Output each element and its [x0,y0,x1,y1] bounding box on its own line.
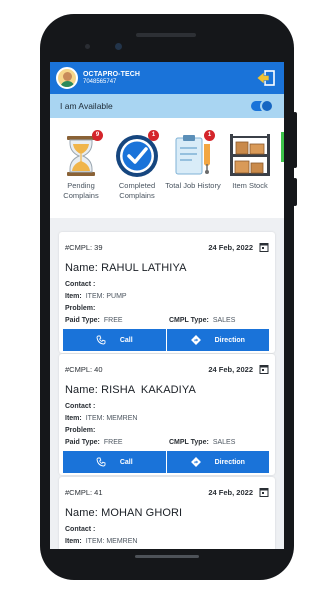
direction-icon [190,335,201,345]
cmpl-type-label: CMPL Type: [169,439,209,446]
contact-field: Contact : [65,526,99,533]
phone-speaker [136,33,196,37]
call-label: Call [119,336,133,344]
problem-label: Problem: [65,427,96,434]
phone-side-button [293,112,297,168]
cmpl-type-value: SALES [212,317,236,324]
app-screen: OCTAPRO-TECH 7048565747 I am Available 9… [50,62,284,549]
name-value: RAHUL LATHIYA [101,262,187,274]
logout-icon[interactable] [256,69,276,87]
item-label: Item: [65,415,82,422]
item-field: Item: ITEM: PUMP [65,293,127,300]
problem-field: Problem: [65,427,99,434]
menu-label: Completed Complains [118,181,156,200]
problem-field: Problem: [65,305,99,312]
card-actions: Call Direction [63,451,269,473]
name-label: Name: [65,384,98,396]
name-value: MOHAN GHORI [101,507,183,519]
complaint-id: #CMPL: 41 [65,488,103,497]
item-field: Item: ITEM: MEMREN [65,415,137,422]
item-label: Item: [65,538,82,545]
direction-button[interactable]: Direction [165,451,269,473]
item-value: ITEM: MEMREN [85,538,138,545]
cmpl-type-label: CMPL Type: [169,317,209,324]
complaint-card[interactable]: #CMPL: 40 24 Feb, 2022 Name: RISHA KAKAD… [59,354,275,475]
call-button[interactable]: Call [63,451,166,473]
phone-side-button [293,178,297,206]
complaint-date: 24 Feb, 2022 [208,243,253,252]
phone-camera [115,43,122,50]
customer-name: Name: MOHAN GHORI [65,507,182,519]
complaint-card[interactable]: #CMPL: 41 24 Feb, 2022 Name: MOHAN GHORI… [59,477,275,549]
customer-name: Name: RISHA KAKADIYA [65,384,196,396]
contact-label: Contact : [65,281,96,288]
calendar-icon[interactable] [259,242,269,252]
paid-type-label: Paid Type: [65,317,100,324]
paid-type-label: Paid Type: [65,439,100,446]
call-label: Call [119,458,133,466]
card-actions: Call Direction [63,329,269,351]
availability-bar: I am Available [50,94,284,118]
phone-bezel [40,14,294,64]
name-label: Name: [65,507,98,519]
paid-type-field: Paid Type: FREE [65,317,123,324]
direction-icon [190,457,201,467]
pending-count-badge: 9 [92,130,103,141]
cmpl-type-field: CMPL Type: SALES [169,439,235,446]
menu-label: Item Stock [232,181,268,190]
contact-label: Contact : [65,526,96,533]
phone-icon [96,457,106,467]
paid-type-field: Paid Type: FREE [65,439,123,446]
availability-toggle[interactable] [251,99,274,113]
menu-scroll-indicator [281,132,284,162]
item-field: Item: ITEM: MEMREN [65,538,137,545]
menu-label: Total Job History [165,181,221,190]
company-name: OCTAPRO-TECH [83,71,141,78]
menu-item-total-job-history[interactable]: 1 Total Job History [164,130,222,191]
complaint-date: 24 Feb, 2022 [208,488,253,497]
menu-label: Pending Complains [63,181,99,200]
phone-sensor [85,44,90,49]
contact-field: Contact : [65,403,99,410]
cmpl-type-value: SALES [212,439,236,446]
paid-type-value: FREE [103,317,123,324]
direction-label: Direction [214,458,245,466]
contact-label: Contact : [65,403,96,410]
menu-item-item-stock[interactable]: Item Stock [221,130,279,191]
header-info: OCTAPRO-TECH 7048565747 [83,71,140,85]
complaint-id: #CMPL: 39 [65,243,103,252]
completed-count-badge: 1 [148,130,159,141]
item-value: ITEM: PUMP [85,293,127,300]
dashboard-menu: 9 Pending Complains 1 Completed Complain… [50,118,284,218]
job-history-count-badge: 1 [204,130,215,141]
complaint-date: 24 Feb, 2022 [208,365,253,374]
complaint-card[interactable]: #CMPL: 39 24 Feb, 2022 Name: RAHUL LATHI… [59,232,275,353]
paid-type-value: FREE [103,439,123,446]
app-header: OCTAPRO-TECH 7048565747 [50,62,284,94]
calendar-icon[interactable] [259,487,269,497]
calendar-icon[interactable] [259,364,269,374]
availability-label: I am Available [60,101,113,111]
phone-number: 7048565747 [83,79,117,85]
direction-label: Direction [214,336,245,344]
direction-button[interactable]: Direction [165,329,269,351]
toggle-knob [260,99,274,113]
avatar[interactable] [56,67,78,89]
name-label: Name: [65,262,98,274]
shelves-boxes-icon [230,134,270,176]
menu-item-pending-complains[interactable]: 9 Pending Complains [52,130,110,201]
customer-name: Name: RAHUL LATHIYA [65,262,187,274]
phone-icon [96,335,106,345]
item-label: Item: [65,293,82,300]
call-button[interactable]: Call [63,329,166,351]
home-indicator [135,555,199,558]
name-value: RISHA KAKADIYA [101,384,196,396]
cmpl-type-field: CMPL Type: SALES [169,317,235,324]
menu-item-completed-complains[interactable]: 1 Completed Complains [108,130,166,201]
complaint-id: #CMPL: 40 [65,365,103,374]
contact-field: Contact : [65,281,99,288]
problem-label: Problem: [65,305,96,312]
item-value: ITEM: MEMREN [85,415,138,422]
